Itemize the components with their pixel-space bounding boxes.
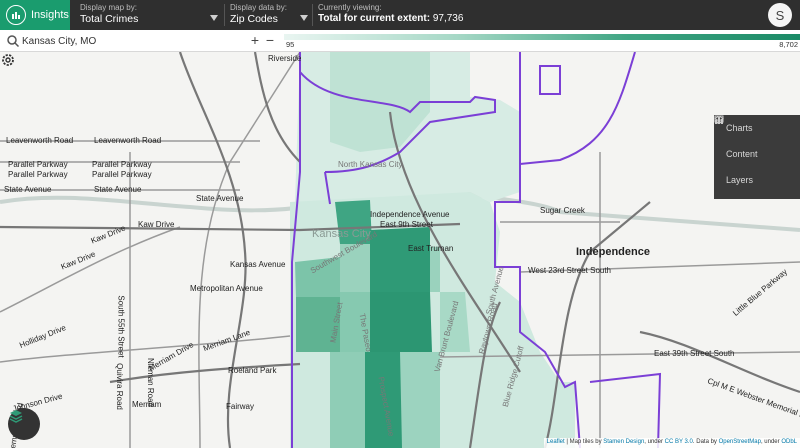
osm-link[interactable]: OpenStreetMap [719, 439, 761, 445]
map-label: Leavenworth Road [6, 136, 74, 145]
divider [312, 4, 313, 26]
panel-item-label: Content [726, 149, 758, 159]
panel-item-content[interactable]: Content [714, 115, 800, 167]
legend-color-ramp [284, 34, 800, 40]
map-label: West 23rd Street South [528, 266, 612, 275]
display-map-select[interactable]: Display map by: Total Crimes [80, 3, 218, 27]
stamen-link[interactable]: Stamen Design [603, 439, 644, 445]
odbl-link[interactable]: ODbL [781, 439, 797, 445]
map-label: Parallel Parkway [92, 170, 152, 179]
map-label: Parallel Parkway [8, 160, 68, 169]
map[interactable]: Riverside Leavenworth Road Leavenworth R… [0, 52, 800, 448]
avatar[interactable]: S [768, 3, 792, 27]
viewing-value: 97,736 [432, 13, 464, 24]
map-label: Roeland Park [228, 366, 277, 375]
map-label: East 9th Street [380, 220, 433, 229]
map-label: Parallel Parkway [92, 160, 152, 169]
map-label: East 39th Street South [654, 349, 735, 358]
panel-item-charts[interactable]: Charts [714, 115, 800, 141]
display-map-value: Total Crimes [80, 13, 139, 25]
chevron-down-icon [300, 15, 308, 21]
map-label: Quivira Road [114, 363, 124, 410]
search-icon [7, 35, 20, 48]
map-label: State Avenue [94, 185, 142, 194]
attribution-text: , under [760, 439, 782, 445]
map-label: Merriam [132, 400, 162, 409]
zoom-in-button[interactable]: + [248, 33, 262, 48]
zoom-out-button[interactable]: − [263, 33, 277, 48]
gear-icon[interactable] [0, 52, 16, 68]
divider [224, 4, 225, 26]
attribution-text: | Map tiles by [564, 439, 604, 445]
map-label: South 55th Street [116, 295, 126, 358]
insights-button[interactable]: Insights [0, 0, 70, 30]
map-label: Kansas Avenue [230, 260, 286, 269]
map-label: North Kansas City [338, 160, 403, 169]
side-panel: Charts Content Layers [714, 115, 800, 199]
viewing-total: Total for current extent: 97,736 [318, 13, 518, 24]
map-label: Metropolitan Avenue [190, 284, 263, 293]
search-input[interactable] [22, 32, 242, 50]
panel-item-label: Layers [726, 175, 754, 185]
display-data-select[interactable]: Display data by: Zip Codes [230, 3, 308, 27]
search-bar: + − 95 8,702 [0, 30, 800, 52]
attribution-text: , under [644, 439, 665, 445]
currently-viewing: Currently viewing: Total for current ext… [318, 3, 518, 27]
panel-item-label: Charts [726, 123, 753, 133]
panel-item-layers[interactable]: Layers [714, 115, 800, 193]
map-label: State Avenue [4, 185, 52, 194]
map-label: Leavenworth Road [94, 136, 162, 145]
map-label: State Avenue [196, 194, 244, 203]
layers-icon [714, 115, 724, 125]
map-label: Sugar Creek [540, 206, 585, 215]
display-data-caption: Display data by: [230, 3, 287, 12]
map-label: Independence Avenue [370, 210, 450, 219]
map-label: Kaw Drive [138, 220, 175, 229]
map-label: Fairway [226, 402, 255, 411]
map-label: East Truman [408, 244, 454, 253]
attribution-text: . Data by [692, 439, 719, 445]
chevron-down-icon [210, 15, 218, 21]
display-map-caption: Display map by: [80, 3, 137, 12]
map-label: Riverside [268, 54, 302, 63]
map-label: Parallel Parkway [8, 170, 68, 179]
legend-min: 95 [286, 40, 295, 49]
display-data-value: Zip Codes [230, 13, 278, 25]
leaflet-link[interactable]: Leaflet [547, 439, 565, 445]
map-attribution: Leaflet | Map tiles by Stamen Design, un… [543, 438, 800, 448]
insights-logo-icon [6, 5, 26, 25]
cc-link[interactable]: CC BY 3.0 [665, 439, 693, 445]
layers-button[interactable] [8, 408, 40, 440]
layers-icon [9, 410, 23, 423]
top-bar: Insights Display map by: Total Crimes Di… [0, 0, 800, 30]
legend-max: 8,702 [779, 40, 798, 49]
map-label: Independence [576, 246, 650, 258]
brand-label: Insights [31, 9, 69, 21]
viewing-prefix: Total for current extent: [318, 13, 431, 24]
viewing-caption: Currently viewing: [318, 3, 382, 12]
